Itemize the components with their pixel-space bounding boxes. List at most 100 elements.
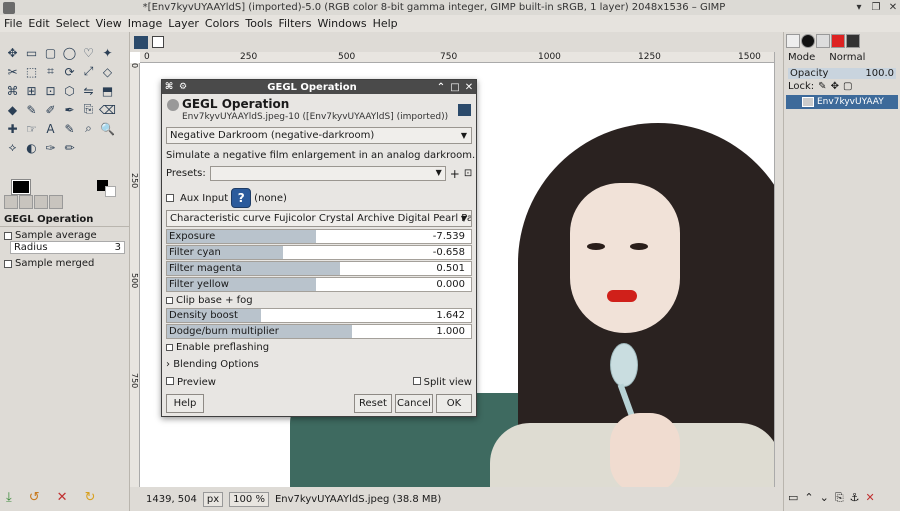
undo-history-tab-icon[interactable]	[34, 195, 48, 209]
mode-value[interactable]: Normal	[829, 52, 865, 63]
reset-button[interactable]: Reset	[354, 394, 392, 413]
flip-tool-icon[interactable]: ⇋	[80, 82, 97, 99]
menu-filters[interactable]: Filters	[278, 17, 311, 30]
zoom-select[interactable]: 100 %	[229, 491, 269, 507]
vertical-ruler[interactable]: 0 250 500 750	[130, 63, 140, 487]
shear-tool-icon[interactable]: ◇	[99, 63, 116, 80]
menu-colors[interactable]: Colors	[205, 17, 239, 30]
fonts-tab-icon[interactable]	[816, 34, 830, 48]
perspective-tool-icon[interactable]: ⬒	[99, 82, 116, 99]
quick-mask-icon[interactable]	[152, 36, 164, 48]
mypaint-brush-icon[interactable]: ✏	[61, 139, 78, 156]
anchor-layer-icon[interactable]: ⚓	[850, 491, 860, 505]
ink-tool-icon[interactable]: ✑	[42, 139, 59, 156]
handle-transform-icon[interactable]: ⊞	[23, 82, 40, 99]
dialog-maximize-icon[interactable]: □	[448, 82, 462, 93]
menu-layer[interactable]: Layer	[168, 17, 199, 30]
restore-options-icon[interactable]: ↺	[29, 490, 40, 505]
airbrush-icon[interactable]: ✒	[61, 101, 78, 118]
rect-select-icon[interactable]: ▢	[42, 44, 59, 61]
menu-tools[interactable]: Tools	[245, 17, 272, 30]
sample-merged-row[interactable]: Sample merged	[4, 258, 94, 269]
layer-row[interactable]: Env7kyvUYAAY	[786, 95, 898, 109]
sample-average-row[interactable]: Sample average	[4, 230, 97, 241]
filter-cyan-slider[interactable]: Filter cyan -0.658	[166, 245, 472, 260]
opacity-row[interactable]: Opacity 100.0	[788, 68, 896, 79]
aux-input-expander[interactable]	[166, 194, 174, 202]
dialog-close-icon[interactable]: ✕	[462, 82, 476, 93]
foreground-select-icon[interactable]: ⬚	[23, 63, 40, 80]
filter-magenta-slider[interactable]: Filter magenta 0.501	[166, 261, 472, 276]
preset-menu-icon[interactable]: ⊡	[464, 168, 472, 179]
ellipse-select-icon[interactable]: ◯	[61, 44, 78, 61]
sample-merged-checkbox[interactable]	[4, 259, 12, 268]
menu-select[interactable]: Select	[56, 17, 90, 30]
bucket-fill-icon[interactable]: ◆	[4, 101, 21, 118]
zoom-tool-icon[interactable]: 🔍	[99, 120, 116, 137]
minimize-icon[interactable]: ▾	[852, 2, 866, 14]
paths-tool-icon[interactable]: ✎	[61, 120, 78, 137]
lower-layer-icon[interactable]: ⌄	[820, 491, 829, 505]
move-tool-icon[interactable]: ✥	[4, 44, 21, 61]
menu-view[interactable]: View	[96, 17, 122, 30]
brushes-tab-icon[interactable]	[786, 34, 800, 48]
crop-tool-icon[interactable]: ⌗	[42, 63, 59, 80]
help-button[interactable]: Help	[166, 394, 204, 413]
radius-field[interactable]: Radius 3	[10, 241, 125, 254]
clone-tool-icon[interactable]: ⎘	[80, 101, 97, 118]
pencil-icon[interactable]: ✐	[42, 101, 59, 118]
heal-tool-icon[interactable]: ✚	[4, 120, 21, 137]
default-colors-icon[interactable]	[97, 180, 117, 197]
horizontal-ruler[interactable]: 0 250 500 750 1000 1250 1500	[140, 52, 783, 63]
dodge-burn-multiplier-slider[interactable]: Dodge/burn multiplier 1.000	[166, 324, 472, 339]
lock-alpha-icon[interactable]: ▢	[843, 81, 852, 92]
navigate-icon[interactable]	[134, 36, 148, 49]
exposure-slider[interactable]: Exposure -7.539	[166, 229, 472, 244]
text-tool-icon[interactable]: A	[42, 120, 59, 137]
density-boost-slider[interactable]: Density boost 1.642	[166, 308, 472, 323]
eraser-icon[interactable]: ⌫	[99, 101, 116, 118]
clip-base-fog-row[interactable]: Clip base + fog	[166, 295, 253, 306]
blending-options-expander[interactable]: › Blending Options	[166, 359, 259, 370]
preview-toggle[interactable]: Preview	[166, 377, 216, 388]
vertical-scrollbar[interactable]	[774, 52, 783, 487]
lock-position-icon[interactable]: ✥	[831, 81, 839, 92]
warp-tool-icon[interactable]: ⌘	[4, 82, 21, 99]
reset-options-icon[interactable]: ↻	[85, 490, 96, 505]
delete-layer-icon[interactable]: ✕	[866, 491, 875, 505]
align-tool-icon[interactable]: ▭	[23, 44, 40, 61]
menu-file[interactable]: File	[4, 17, 22, 30]
split-view-toggle[interactable]: Split view	[412, 377, 472, 388]
new-layer-icon[interactable]: ▭	[788, 491, 798, 505]
dialog-menu-icon[interactable]: ⌘	[162, 82, 176, 92]
channels-tab-icon[interactable]	[846, 34, 860, 48]
presets-combo[interactable]: ▼	[209, 166, 446, 181]
menu-edit[interactable]: Edit	[28, 17, 49, 30]
dialog-shade-icon[interactable]: ⌃	[434, 82, 448, 93]
preview-checkbox[interactable]	[166, 377, 174, 385]
add-preset-icon[interactable]: +	[450, 167, 460, 181]
palettes-tab-icon[interactable]	[831, 34, 845, 48]
measure-tool-icon[interactable]: ⟡	[4, 139, 21, 156]
duplicate-layer-icon[interactable]: ⎘	[835, 491, 844, 505]
menu-image[interactable]: Image	[128, 17, 162, 30]
ok-button[interactable]: OK	[436, 394, 472, 413]
cage-transform-icon[interactable]: ⬡	[61, 82, 78, 99]
patterns-tab-icon[interactable]	[801, 34, 815, 48]
delete-options-icon[interactable]: ✕	[57, 490, 68, 505]
opacity-value[interactable]: 100.0	[865, 68, 894, 79]
scale-tool-icon[interactable]: ⤢	[80, 63, 97, 80]
save-options-icon[interactable]: ⤓	[6, 490, 12, 505]
filter-yellow-slider[interactable]: Filter yellow 0.000	[166, 277, 472, 292]
enable-preflashing-checkbox[interactable]	[166, 344, 173, 351]
sample-average-checkbox[interactable]	[4, 231, 12, 240]
cancel-button[interactable]: Cancel	[395, 394, 433, 413]
free-select-icon[interactable]: ♡	[80, 44, 97, 61]
menu-help[interactable]: Help	[373, 17, 398, 30]
scissors-icon[interactable]: ✂	[4, 63, 21, 80]
device-status-tab-icon[interactable]	[19, 195, 33, 209]
dodge-burn-icon[interactable]: ◐	[23, 139, 40, 156]
enable-preflashing-row[interactable]: Enable preflashing	[166, 342, 269, 353]
rotate-tool-icon[interactable]: ⟳	[61, 63, 78, 80]
restore-icon[interactable]: ❐	[869, 2, 883, 14]
